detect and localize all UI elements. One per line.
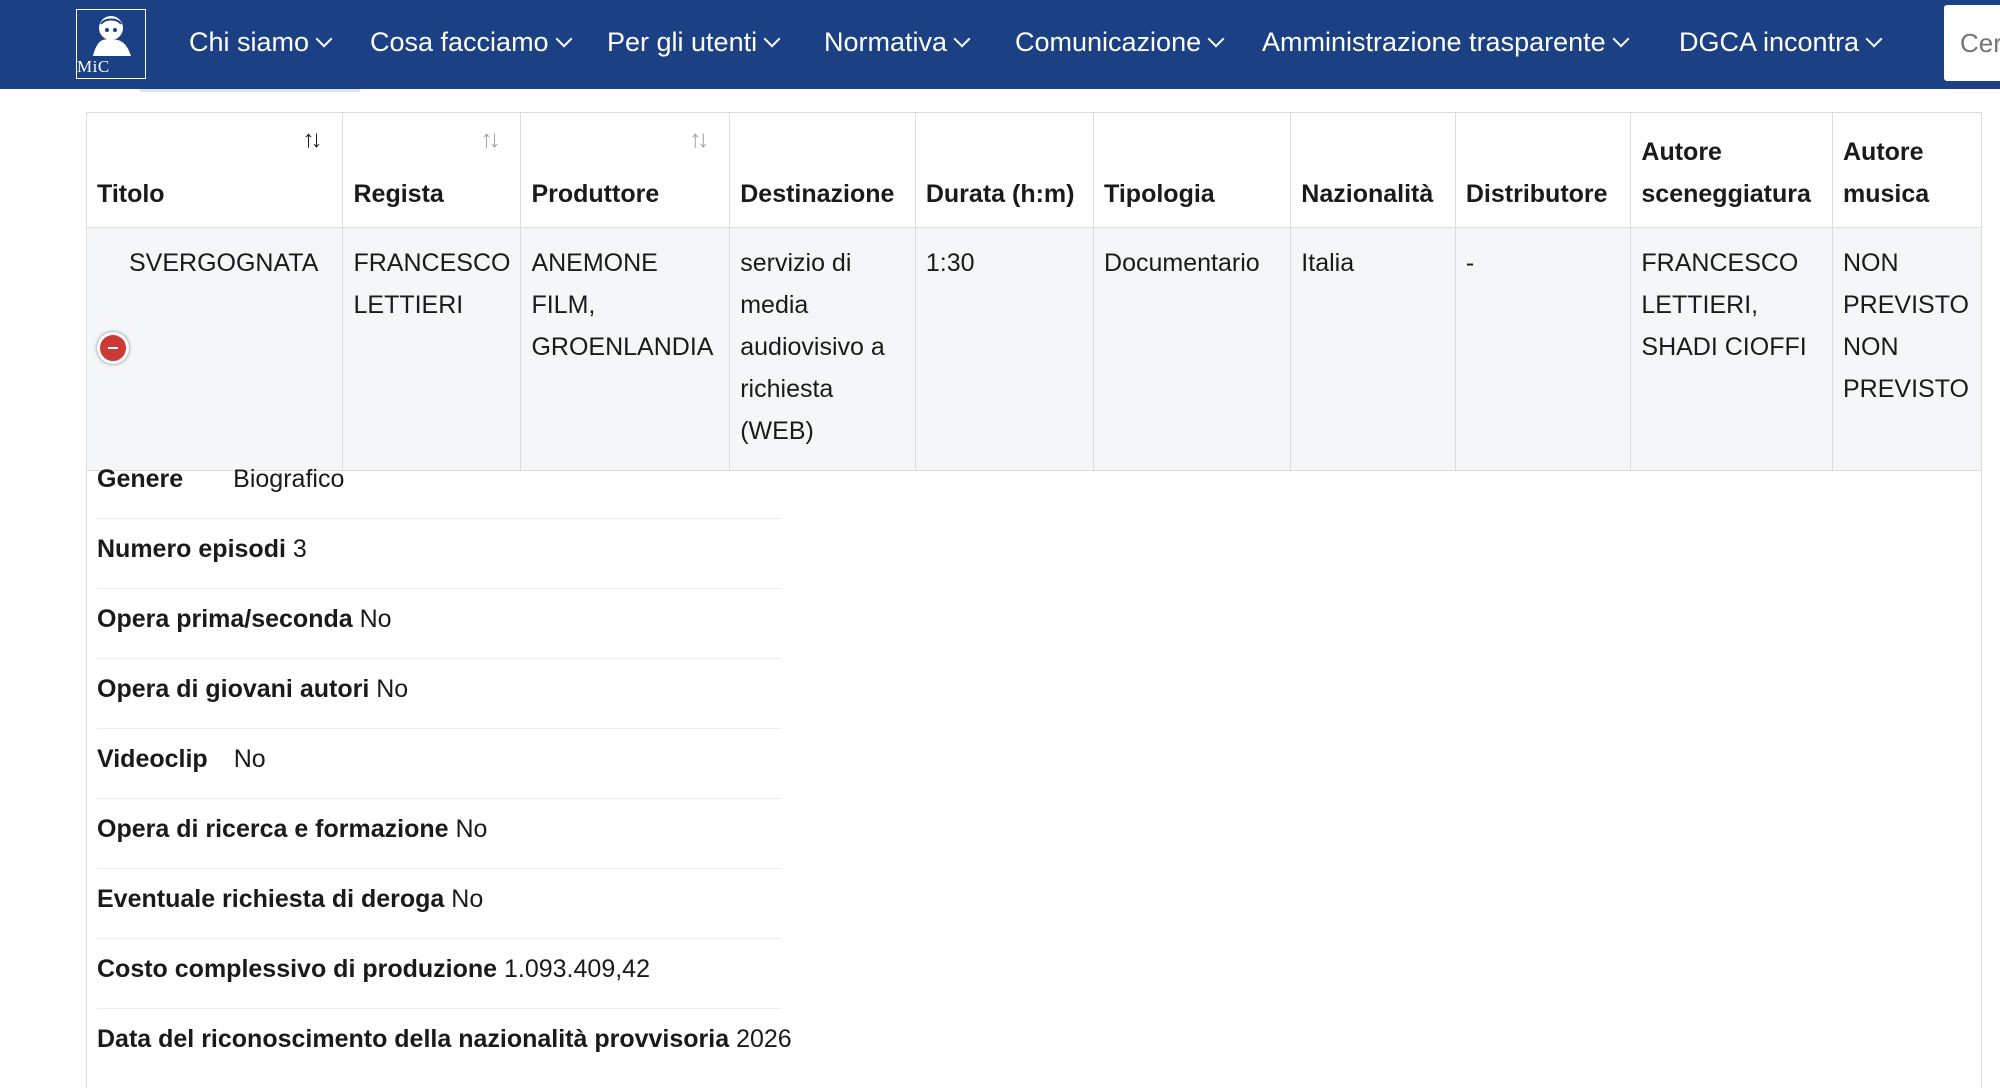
nav-label: Comunicazione bbox=[1015, 27, 1202, 57]
detail-value: Biografico bbox=[233, 465, 345, 493]
column-header-distributore: Distributore bbox=[1454, 112, 1632, 228]
detail-costo-produzione: Costo complessivo di produzione 1.093.40… bbox=[97, 938, 781, 1009]
chevron-down-icon bbox=[315, 30, 333, 48]
nav-item-normativa[interactable]: Normativa bbox=[824, 0, 971, 84]
chevron-down-icon bbox=[555, 30, 573, 48]
column-label: Produttore bbox=[531, 180, 660, 208]
nav-item-dgca-incontra[interactable]: DGCA incontra bbox=[1679, 0, 1883, 84]
nav-item-cosa-facciamo[interactable]: Cosa facciamo bbox=[370, 0, 573, 84]
cell-tipologia: Documentario bbox=[1093, 227, 1292, 471]
column-header-autore-musica: Autore musica bbox=[1832, 112, 1982, 228]
column-header-destinazione: Destinazione bbox=[729, 112, 916, 228]
site-header: MiC Chi siamo Cosa facciamo Per gli uten… bbox=[0, 0, 2000, 89]
cell-destinazione: servizio di media audiovisivo a richiest… bbox=[729, 227, 916, 471]
chevron-down-icon bbox=[953, 30, 971, 48]
nav-item-amministrazione-trasparente[interactable]: Amministrazione trasparente bbox=[1262, 0, 1630, 84]
chevron-down-icon bbox=[763, 30, 781, 48]
detail-label: Opera di giovani autori bbox=[97, 675, 370, 703]
cell-durata: 1:30 bbox=[914, 227, 1095, 471]
sort-icon[interactable]: ↑↓ bbox=[302, 127, 328, 153]
cell-produttore: ANEMONE FILM, GROENLANDIA bbox=[520, 227, 731, 471]
cell-regista: FRANCESCO LETTIERI bbox=[342, 227, 522, 471]
column-label: Autore sceneggiatura bbox=[1641, 138, 1811, 208]
detail-value: No bbox=[455, 815, 488, 843]
collapse-row-icon[interactable] bbox=[97, 332, 129, 364]
cell-autore-musica: NON PREVISTO NON PREVISTO bbox=[1832, 227, 1982, 471]
nav-label: Chi siamo bbox=[189, 27, 310, 57]
detail-opera-giovani-autori: Opera di giovani autori No bbox=[97, 658, 781, 729]
column-label: Destinazione bbox=[740, 180, 895, 208]
column-header-tipologia: Tipologia bbox=[1093, 112, 1292, 228]
detail-opera-prima-seconda: Opera prima/seconda No bbox=[97, 588, 781, 659]
chevron-down-icon bbox=[1612, 30, 1630, 48]
column-label: Nazionalità bbox=[1301, 180, 1434, 208]
detail-value: 2026 bbox=[736, 1025, 792, 1053]
detail-label: Data del riconoscimento della nazionalit… bbox=[97, 1025, 730, 1053]
logo-text: MiC bbox=[77, 57, 110, 76]
detail-label: Opera di ricerca e formazione bbox=[97, 815, 449, 843]
search-input[interactable] bbox=[1944, 5, 2000, 81]
detail-label: Numero episodi bbox=[97, 535, 286, 563]
nav-label: Cosa facciamo bbox=[370, 27, 549, 57]
detail-label: Costo complessivo di produzione bbox=[97, 955, 498, 983]
detail-richiesta-deroga: Eventuale richiesta di deroga No bbox=[97, 868, 781, 939]
column-label: Regista bbox=[353, 180, 444, 208]
column-label: Tipologia bbox=[1104, 180, 1215, 208]
table-header-row: ↑↓ Titolo ↑↓ Regista ↑↓ Produttore Desti… bbox=[85, 112, 1982, 228]
column-label: Distributore bbox=[1465, 180, 1608, 208]
detail-value: No bbox=[451, 885, 484, 913]
detail-numero-episodi: Numero episodi 3 bbox=[97, 518, 781, 589]
nav-label: DGCA incontra bbox=[1679, 27, 1860, 57]
detail-label: Genere bbox=[97, 465, 184, 493]
detail-opera-ricerca-formazione: Opera di ricerca e formazione No bbox=[97, 798, 781, 869]
detail-label: Eventuale richiesta di deroga bbox=[97, 885, 445, 913]
detail-value: 3 bbox=[292, 535, 307, 563]
detail-videoclip: Videoclip No bbox=[97, 728, 781, 799]
mic-logo[interactable]: MiC bbox=[76, 9, 146, 79]
column-label: Titolo bbox=[97, 180, 165, 208]
chevron-down-icon bbox=[1865, 30, 1883, 48]
column-header-durata: Durata (h:m) bbox=[914, 112, 1095, 228]
sort-icon[interactable]: ↑↓ bbox=[689, 127, 715, 153]
detail-value: No bbox=[359, 605, 392, 633]
detail-label: Opera prima/seconda bbox=[97, 605, 353, 633]
nav-item-comunicazione[interactable]: Comunicazione bbox=[1015, 0, 1225, 84]
search-box[interactable] bbox=[1944, 5, 2000, 81]
logo-emblem-icon bbox=[93, 16, 131, 56]
detail-data-riconoscimento: Data del riconoscimento della nazionalit… bbox=[97, 1008, 792, 1078]
nav-label: Normativa bbox=[824, 27, 948, 57]
detail-value: 1.093.409,42 bbox=[504, 955, 650, 983]
column-header-regista[interactable]: ↑↓ Regista bbox=[342, 112, 522, 228]
nav-label: Amministrazione trasparente bbox=[1262, 27, 1606, 57]
nav-item-per-gli-utenti[interactable]: Per gli utenti bbox=[607, 0, 781, 84]
cell-distributore: - bbox=[1454, 227, 1632, 471]
detail-value: No bbox=[376, 675, 409, 703]
nav-item-chi-siamo[interactable]: Chi siamo bbox=[189, 0, 333, 84]
column-header-produttore[interactable]: ↑↓ Produttore bbox=[520, 112, 731, 228]
column-label: Durata (h:m) bbox=[925, 180, 1075, 208]
cell-autore-sceneggiatura: FRANCESCO LETTIERI, SHADI CIOFFI bbox=[1630, 227, 1833, 471]
cell-titolo: SVERGOGNATA bbox=[85, 227, 344, 471]
column-label: Autore musica bbox=[1843, 138, 1930, 208]
column-header-nazionalita: Nazionalità bbox=[1290, 112, 1456, 228]
row-details-panel: Genere Biografico Numero episodi 3 Opera … bbox=[86, 448, 1982, 1088]
results-table: ↑↓ Titolo ↑↓ Regista ↑↓ Produttore Desti… bbox=[85, 112, 1982, 471]
detail-label: Videoclip bbox=[97, 745, 208, 773]
cell-nazionalita: Italia bbox=[1290, 227, 1456, 471]
detail-genere: Genere Biografico bbox=[97, 448, 781, 519]
scrolled-content-edge bbox=[140, 89, 440, 95]
column-header-autore-sceneggiatura: Autore sceneggiatura bbox=[1630, 112, 1833, 228]
nav-label: Per gli utenti bbox=[607, 27, 758, 57]
chevron-down-icon bbox=[1207, 30, 1225, 48]
title-text: SVERGOGNATA bbox=[129, 249, 319, 277]
column-header-titolo[interactable]: ↑↓ Titolo bbox=[85, 112, 344, 228]
table-row[interactable]: SVERGOGNATA FRANCESCO LETTIERI ANEMONE F… bbox=[85, 227, 1982, 471]
sort-icon[interactable]: ↑↓ bbox=[480, 127, 506, 153]
detail-value: No bbox=[233, 745, 266, 773]
